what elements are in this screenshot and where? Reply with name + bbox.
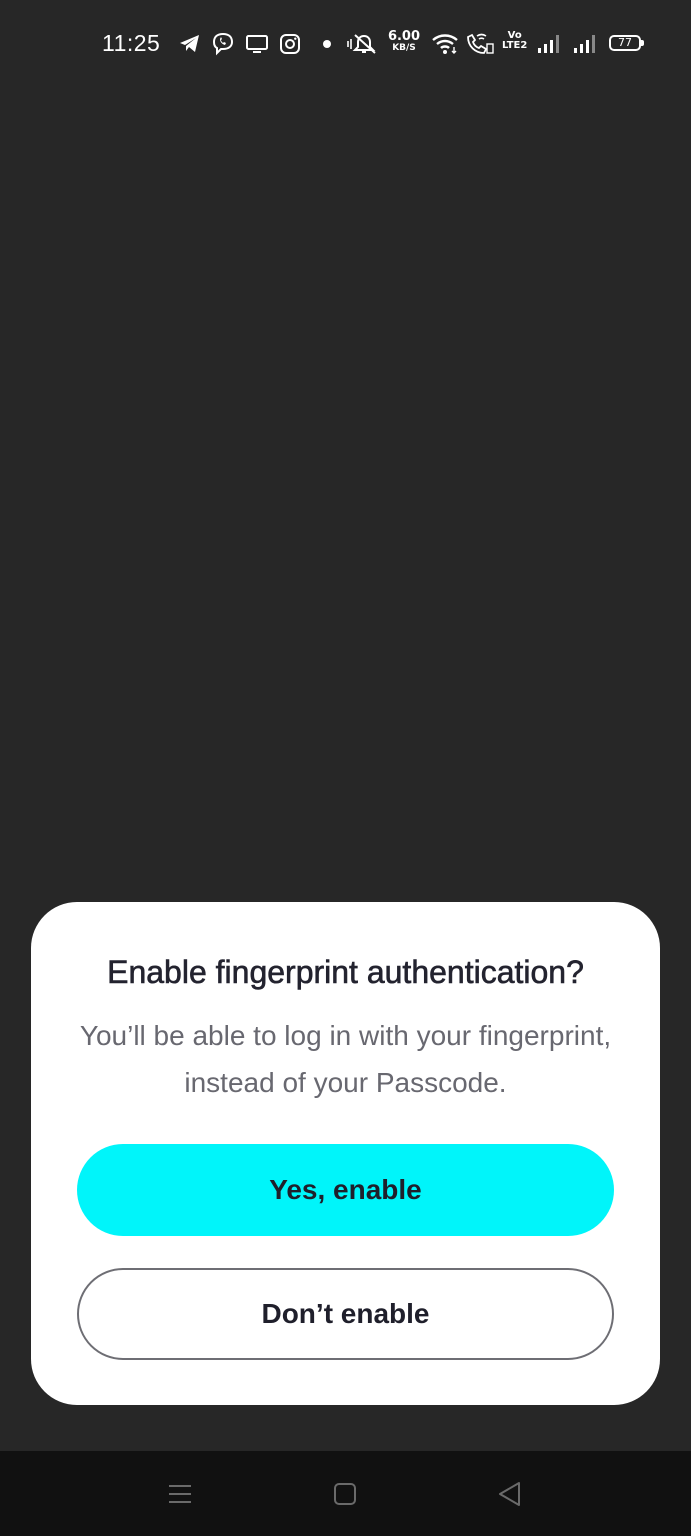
status-bar: 11:25 6.00 KB/S Vo LTE2 77 <box>0 0 691 88</box>
signal-icon <box>572 32 596 56</box>
back-icon[interactable] <box>495 1479 525 1509</box>
wifi-icon <box>431 32 459 56</box>
network-speed: 6.00 KB/S <box>386 30 422 53</box>
instagram-icon <box>278 32 302 56</box>
telegram-icon <box>178 32 202 56</box>
dialog-message: You’ll be able to log in with your finge… <box>79 1020 612 1098</box>
screen-cast-icon <box>245 32 269 56</box>
dont-enable-button[interactable]: Don’t enable <box>77 1268 614 1360</box>
volte-bottom: LTE2 <box>502 40 528 51</box>
menu-icon[interactable] <box>165 1479 195 1509</box>
viber-icon <box>211 32 235 56</box>
volte-indicator: Vo LTE2 <box>502 31 527 51</box>
battery-icon: 77 <box>609 35 644 51</box>
screen: 11:25 6.00 KB/S Vo LTE2 77 Enable finger… <box>0 0 691 1536</box>
network-speed-unit: KB/S <box>392 43 416 53</box>
wifi-calling-icon <box>465 32 495 56</box>
enable-button[interactable]: Yes, enable <box>77 1144 614 1236</box>
dialog-title: Enable fingerprint authentication? <box>107 954 584 991</box>
status-time: 11:25 <box>102 30 161 56</box>
home-icon[interactable] <box>330 1479 360 1509</box>
signal-icon <box>536 32 560 56</box>
fingerprint-dialog: Enable fingerprint authentication? You’l… <box>31 902 660 1405</box>
navigation-bar <box>0 1451 691 1536</box>
mute-icon <box>346 32 378 56</box>
dot-icon <box>320 32 334 56</box>
network-speed-value: 6.00 <box>387 29 421 44</box>
